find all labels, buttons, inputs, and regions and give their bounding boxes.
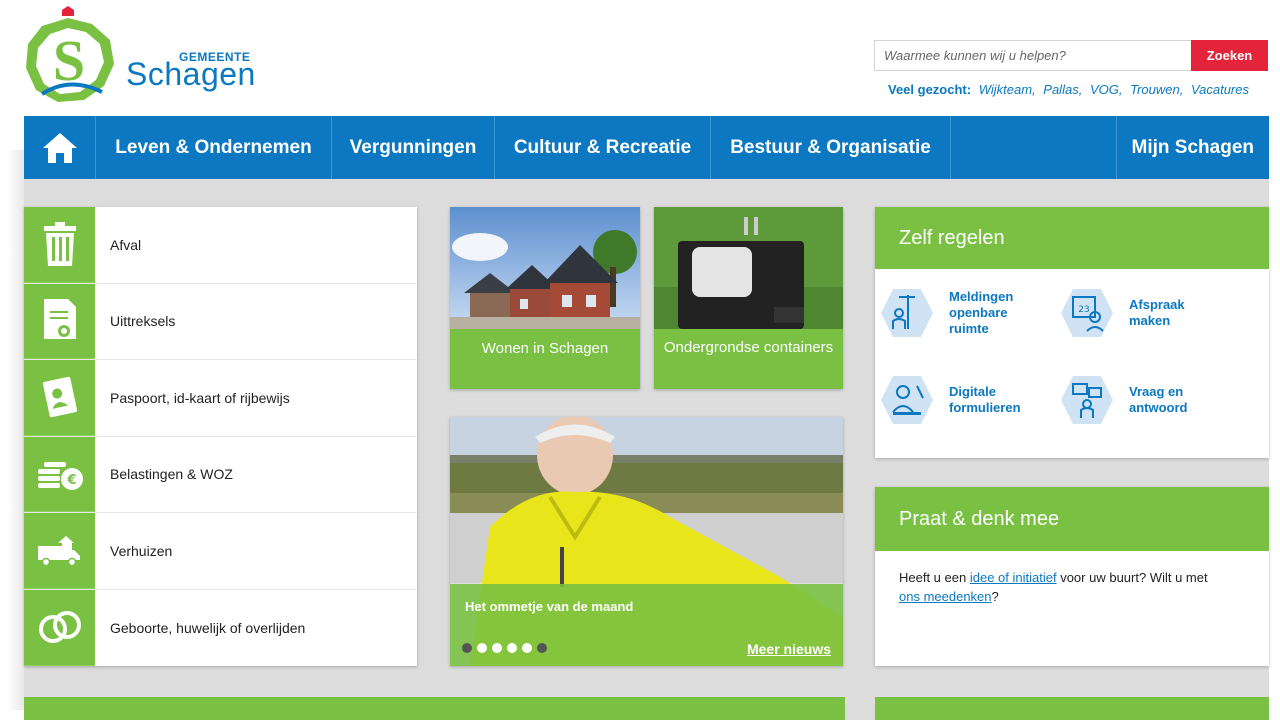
passport-icon [42, 377, 77, 418]
menu-label: Geboorte, huwelijk of overlijden [110, 619, 306, 636]
main-nav: Leven & Ondernemen Vergunningen Cultuur … [24, 116, 1269, 179]
praat-text-part: Heeft u een [899, 570, 967, 585]
nav-spacer [951, 116, 1117, 179]
moving-truck-icon [37, 536, 80, 567]
nav-home[interactable] [24, 116, 96, 179]
meedenken-link[interactable]: ons meedenken [899, 589, 992, 604]
more-news-link[interactable]: Meer nieuws [747, 641, 831, 657]
zelf-item-label: Digitale formulieren [949, 384, 1021, 415]
brand-name: Schagen [126, 56, 256, 92]
praat-title: Praat & denk mee [875, 487, 1269, 551]
person-laptop-icon [881, 376, 933, 424]
menu-label: Paspoort, id-kaart of rijbewijs [110, 389, 290, 406]
certificate-icon [43, 298, 76, 339]
tile-wonen[interactable]: Wonen in Schagen [450, 207, 640, 389]
popular-link[interactable]: Vacatures [1191, 82, 1249, 97]
menu-item-verhuizen[interactable]: Verhuizen [24, 513, 417, 590]
popular-link[interactable]: Pallas, [1043, 82, 1082, 97]
coins-icon: € [37, 461, 83, 490]
menu-item-geboorte[interactable]: Geboorte, huwelijk of overlijden [24, 589, 417, 666]
carousel-dot[interactable] [507, 643, 517, 653]
menu-label: Verhuizen [110, 542, 173, 559]
calendar-person-icon: 23 [1061, 289, 1113, 337]
popular-link[interactable]: Wijkteam, [979, 82, 1036, 97]
nav-mijn-schagen[interactable]: Mijn Schagen [1117, 116, 1269, 179]
zelf-item-label: Vraag en antwoord [1129, 384, 1188, 415]
carousel-dot[interactable] [492, 643, 502, 653]
search-input[interactable] [874, 40, 1191, 71]
site-header: S GEMEENTE Schagen Zoeken Veel gezocht: … [0, 0, 1280, 116]
menu-label: Belastingen & WOZ [110, 466, 233, 483]
bottom-panel-left [24, 697, 845, 720]
zelf-item-label: Afspraak maken [1129, 297, 1185, 328]
popular-link[interactable]: Trouwen, [1130, 82, 1183, 97]
bottom-panel-right [875, 697, 1269, 720]
logo-badge-icon: S [26, 6, 114, 102]
search-button[interactable]: Zoeken [1191, 40, 1268, 71]
menu-item-uittreksels[interactable]: Uittreksels [24, 283, 417, 360]
popular-label: Veel gezocht: [888, 82, 972, 97]
container-photo [654, 207, 843, 329]
zelf-item-formulieren[interactable]: Digitale formulieren [879, 372, 1035, 428]
carousel-dot[interactable] [522, 643, 532, 653]
praat-text: Heeft u een idee of initiatief voor uw b… [875, 551, 1269, 623]
menu-label: Uittreksels [110, 313, 176, 330]
svg-text:23: 23 [1078, 305, 1089, 315]
tile-containers-caption: Ondergrondse containers [663, 339, 834, 356]
nav-item-vergunningen[interactable]: Vergunningen [332, 116, 495, 179]
zelf-item-vraag[interactable]: Vraag en antwoord [1059, 372, 1199, 428]
menu-item-paspoort[interactable]: Paspoort, id-kaart of rijbewijs [24, 360, 417, 437]
news-title[interactable]: Het ommetje van de maand [465, 599, 633, 614]
menu-label: Afval [110, 236, 142, 253]
tile-containers[interactable]: Ondergrondse containers [654, 207, 843, 389]
nav-item-leven[interactable]: Leven & Ondernemen [96, 116, 332, 179]
home-icon [42, 132, 77, 163]
logo[interactable]: S GEMEENTE Schagen [22, 6, 262, 106]
praat-text-part: voor uw buurt? Wilt u met [1060, 570, 1208, 585]
praat-panel: Praat & denk mee Heeft u een idee of ini… [875, 487, 1269, 666]
zelf-item-meldingen[interactable]: Meldingen openbare ruimte [879, 285, 1035, 341]
carousel-dots [462, 643, 547, 653]
idee-link[interactable]: idee of initiatief [970, 570, 1057, 585]
popular-link[interactable]: VOG, [1090, 82, 1123, 97]
trash-bin-icon [43, 222, 76, 267]
rings-icon [38, 611, 81, 644]
tile-wonen-caption: Wonen in Schagen [481, 340, 609, 357]
topic-menu: Afval Uittreksels Paspoort, id-kaart of … [24, 207, 417, 666]
nav-item-cultuur[interactable]: Cultuur & Recreatie [495, 116, 711, 179]
zelf-item-afspraak[interactable]: 23 Afspraak maken [1059, 285, 1199, 341]
search-bar: Zoeken [874, 40, 1268, 71]
zelf-regelen-panel: Zelf regelen Meldingen openbare ruimte 2… [875, 207, 1269, 458]
praat-text-part: ? [991, 589, 999, 604]
popular-searches: Veel gezocht: Wijkteam, Pallas, VOG, Tro… [888, 82, 1253, 97]
menu-item-afval[interactable]: Afval [24, 207, 417, 284]
streetlight-person-icon [881, 289, 933, 337]
nav-item-bestuur[interactable]: Bestuur & Organisatie [711, 116, 951, 179]
svg-text:€: € [66, 473, 76, 488]
page-shadow [8, 150, 24, 710]
zelf-regelen-title: Zelf regelen [875, 207, 1269, 269]
carousel-pause-icon[interactable] [537, 643, 547, 653]
question-person-icon [1061, 376, 1113, 424]
houses-photo [450, 207, 640, 329]
carousel-dot[interactable] [477, 643, 487, 653]
carousel-dot[interactable] [462, 643, 472, 653]
news-carousel[interactable]: Het ommetje van de maand Meer nieuws [450, 417, 843, 666]
zelf-item-label: Meldingen openbare ruimte [949, 289, 1014, 336]
menu-item-belastingen[interactable]: € Belastingen & WOZ [24, 436, 417, 513]
